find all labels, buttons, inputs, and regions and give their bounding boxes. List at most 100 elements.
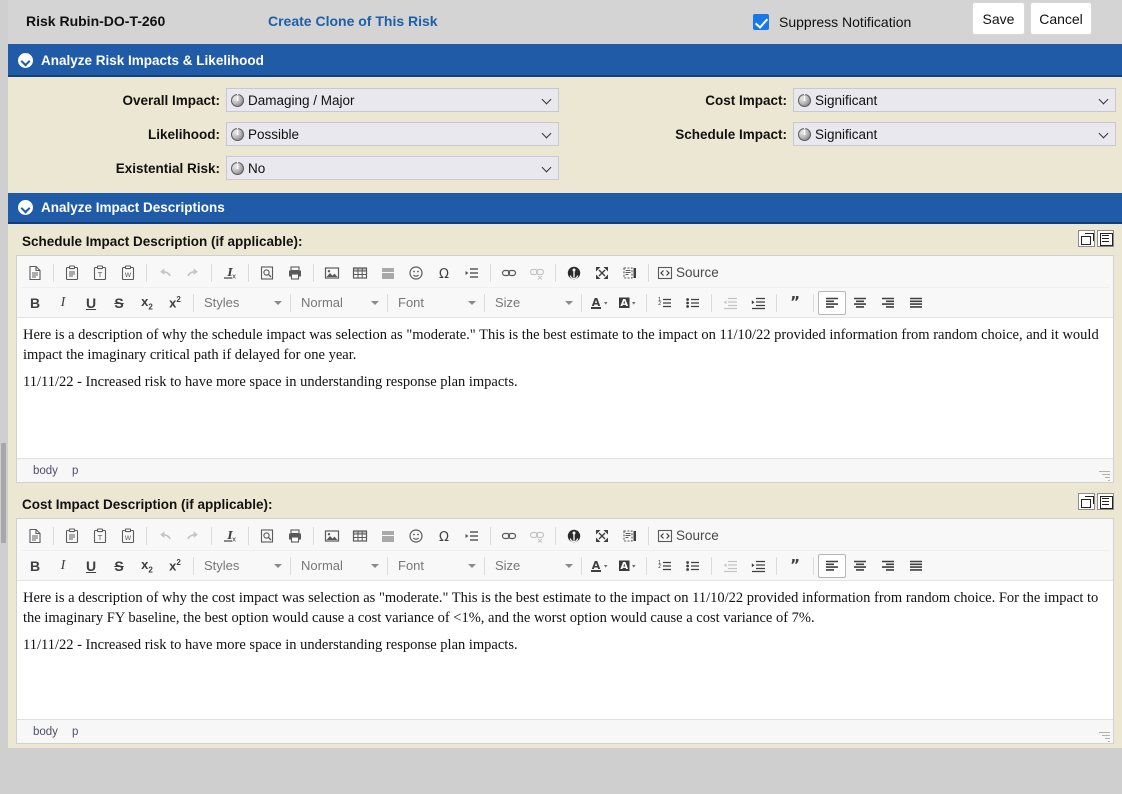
indent-icon[interactable] <box>744 291 772 315</box>
table-icon[interactable] <box>346 524 374 548</box>
redo-icon[interactable] <box>179 261 207 285</box>
left-scroll-rail[interactable] <box>0 0 8 794</box>
save-button[interactable]: Save <box>972 2 1025 35</box>
source-button[interactable]: Source <box>653 261 723 285</box>
special-character-icon[interactable]: Ω <box>430 524 458 548</box>
blockquote-icon[interactable]: ” <box>781 554 809 578</box>
italic-icon[interactable]: I <box>49 291 77 315</box>
remove-format-icon[interactable]: Ix <box>216 524 244 548</box>
cancel-button[interactable]: Cancel <box>1030 2 1092 35</box>
anchor-icon[interactable] <box>560 524 588 548</box>
blockquote-icon[interactable]: ” <box>781 291 809 315</box>
special-character-icon[interactable]: Ω <box>430 261 458 285</box>
background-color-icon[interactable]: A <box>614 554 642 578</box>
paste-from-word-icon[interactable]: W <box>114 524 142 548</box>
info-icon[interactable] <box>798 128 811 141</box>
undo-icon[interactable] <box>151 261 179 285</box>
background-color-icon[interactable]: A <box>614 291 642 315</box>
likelihood-select[interactable]: Possible <box>226 122 559 146</box>
styles-dropdown[interactable]: Styles <box>198 554 286 578</box>
numbered-list-icon[interactable]: 12 <box>651 554 679 578</box>
expand-icon[interactable] <box>1078 493 1095 510</box>
smiley-icon[interactable] <box>402 261 430 285</box>
align-center-icon[interactable] <box>846 554 874 578</box>
image-icon[interactable] <box>318 261 346 285</box>
bulleted-list-icon[interactable] <box>679 554 707 578</box>
info-icon[interactable] <box>231 162 244 175</box>
new-page-icon[interactable] <box>21 524 49 548</box>
suppress-notification-checkbox[interactable] <box>753 14 769 30</box>
anchor-icon[interactable] <box>560 261 588 285</box>
indent-icon[interactable] <box>744 554 772 578</box>
show-blocks-icon[interactable] <box>616 261 644 285</box>
print-icon[interactable] <box>281 524 309 548</box>
expand-icon[interactable] <box>1078 230 1095 247</box>
size-dropdown[interactable]: Size <box>489 554 577 578</box>
schedule-impact-description-textarea[interactable]: Here is a description of why the schedul… <box>17 318 1113 458</box>
bulleted-list-icon[interactable] <box>679 291 707 315</box>
element-path-body[interactable]: body <box>33 465 58 477</box>
existential-risk-select[interactable]: No <box>226 156 559 180</box>
section-header-analyze-impact-descriptions[interactable]: Analyze Impact Descriptions <box>8 193 1122 224</box>
subscript-icon[interactable]: x2 <box>133 291 161 315</box>
new-page-icon[interactable] <box>21 261 49 285</box>
text-color-icon[interactable]: A <box>586 554 614 578</box>
schedule-impact-select[interactable]: Significant <box>793 122 1116 146</box>
overall-impact-select[interactable]: Damaging / Major <box>226 88 559 112</box>
cost-impact-description-textarea[interactable]: Here is a description of why the cost im… <box>17 581 1113 719</box>
align-right-icon[interactable] <box>874 554 902 578</box>
list-view-icon[interactable] <box>1097 493 1114 510</box>
paste-as-text-icon[interactable]: T <box>86 524 114 548</box>
info-icon[interactable] <box>231 94 244 107</box>
text-color-icon[interactable]: A <box>586 291 614 315</box>
align-right-icon[interactable] <box>874 291 902 315</box>
link-icon[interactable] <box>495 261 523 285</box>
unlink-icon[interactable] <box>523 261 551 285</box>
undo-icon[interactable] <box>151 524 179 548</box>
align-center-icon[interactable] <box>846 291 874 315</box>
smiley-icon[interactable] <box>402 524 430 548</box>
horizontal-rule-icon[interactable] <box>374 261 402 285</box>
page-break-icon[interactable] <box>458 261 486 285</box>
align-justify-icon[interactable] <box>902 291 930 315</box>
align-left-icon[interactable] <box>818 291 846 315</box>
unlink-icon[interactable] <box>523 524 551 548</box>
element-path-p[interactable]: p <box>72 726 78 738</box>
cost-impact-select[interactable]: Significant <box>793 88 1116 112</box>
scrollbar-thumb[interactable] <box>1 443 6 543</box>
print-icon[interactable] <box>281 261 309 285</box>
subscript-icon[interactable]: x2 <box>133 554 161 578</box>
font-dropdown[interactable]: Font <box>392 554 480 578</box>
maximize-icon[interactable] <box>588 524 616 548</box>
resize-handle[interactable] <box>1098 468 1110 480</box>
table-icon[interactable] <box>346 261 374 285</box>
underline-icon[interactable]: U <box>77 291 105 315</box>
paste-icon[interactable] <box>58 524 86 548</box>
source-button[interactable]: Source <box>653 524 723 548</box>
horizontal-rule-icon[interactable] <box>374 524 402 548</box>
underline-icon[interactable]: U <box>77 554 105 578</box>
paste-from-word-icon[interactable]: W <box>114 261 142 285</box>
align-left-icon[interactable] <box>818 554 846 578</box>
create-clone-link[interactable]: Create Clone of This Risk <box>268 13 438 29</box>
styles-dropdown[interactable]: Styles <box>198 291 286 315</box>
redo-icon[interactable] <box>179 524 207 548</box>
remove-format-icon[interactable]: Ix <box>216 261 244 285</box>
outdent-icon[interactable] <box>716 291 744 315</box>
image-icon[interactable] <box>318 524 346 548</box>
outdent-icon[interactable] <box>716 554 744 578</box>
align-justify-icon[interactable] <box>902 554 930 578</box>
superscript-icon[interactable]: x2 <box>161 291 189 315</box>
format-dropdown[interactable]: Normal <box>295 554 383 578</box>
bold-icon[interactable]: B <box>21 291 49 315</box>
info-icon[interactable] <box>798 94 811 107</box>
resize-handle[interactable] <box>1098 729 1110 741</box>
strikethrough-icon[interactable]: S <box>105 554 133 578</box>
page-break-icon[interactable] <box>458 524 486 548</box>
spell-check-icon[interactable] <box>253 524 281 548</box>
list-view-icon[interactable] <box>1097 230 1114 247</box>
spell-check-icon[interactable] <box>253 261 281 285</box>
info-icon[interactable] <box>231 128 244 141</box>
show-blocks-icon[interactable] <box>616 524 644 548</box>
superscript-icon[interactable]: x2 <box>161 554 189 578</box>
